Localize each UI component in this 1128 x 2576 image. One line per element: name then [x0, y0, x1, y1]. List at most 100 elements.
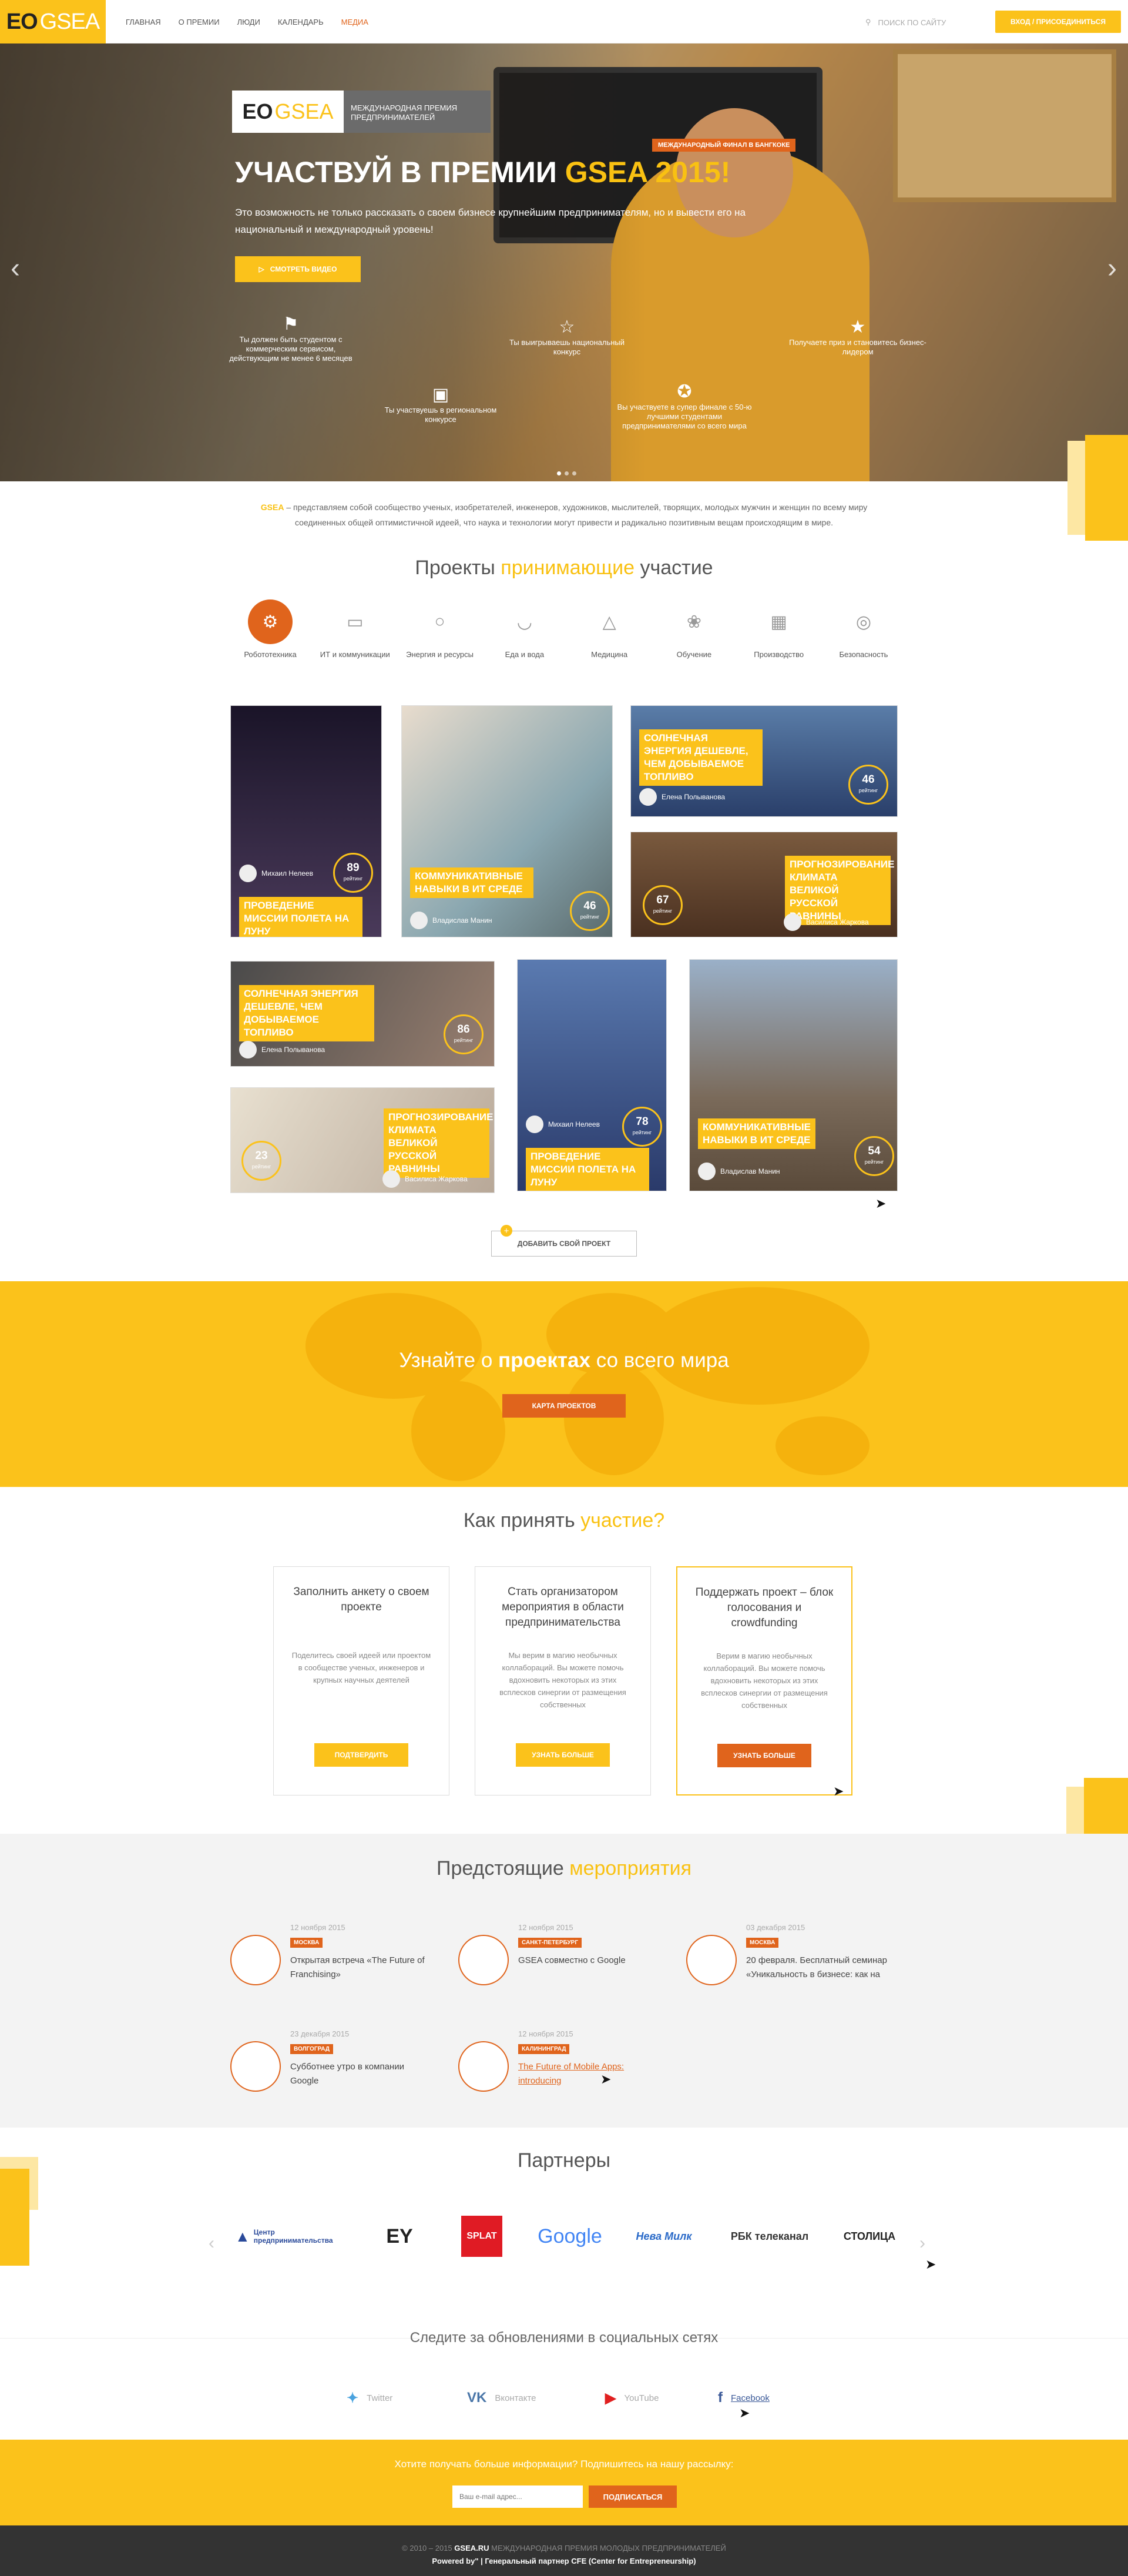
card-rating: 23 рейтинг [241, 1141, 281, 1181]
partner-logo-center[interactable]: ▲ Центр предпринимательства [235, 2216, 341, 2257]
partners-prev-arrow[interactable]: ‹ [209, 2233, 214, 2253]
project-card[interactable]: СОЛНЕЧНАЯ ЭНЕРГИЯ ДЕШЕВЛЕ, ЧЕМ ДОБЫВАЕМО… [230, 961, 495, 1067]
hero-text: Это возможность не только рассказать о с… [235, 207, 746, 235]
site-logo[interactable]: EO GSEA [0, 0, 106, 43]
map-continent [776, 1416, 870, 1475]
social-title: Следите за обновлениями в социальных сет… [409, 2330, 719, 2346]
card-title: КОММУНИКАТИВНЫЕ НАВЫКИ В ИТ СРЕДЕ [410, 867, 533, 898]
event-link[interactable]: The Future of Mobile Apps: introducing [518, 2060, 662, 2088]
card-rating: 67 рейтинг [643, 885, 683, 925]
slider-next-arrow[interactable]: › [1107, 252, 1117, 284]
hero-badge: МЕЖДУНАРОДНЫЙ ФИНАЛ В БАНГКОКЕ [652, 139, 796, 152]
project-card[interactable]: 67 рейтинг ПРОГНОЗИРОВАНИЕ КЛИМАТА ВЕЛИКО… [630, 832, 898, 937]
nav-home[interactable]: ГЛАВНАЯ [126, 18, 161, 26]
project-card[interactable]: Михаил Нелеев 89 рейтинг ПРОВЕДЕНИЕ МИССИ… [230, 705, 382, 937]
category-production[interactable]: ▦ Производство [744, 599, 814, 659]
watch-video-button[interactable]: ▷ СМОТРЕТЬ ВИДЕО [235, 256, 361, 282]
project-card[interactable]: 23 рейтинг ПРОГНОЗИРОВАНИЕ КЛИМАТА ВЕЛИКО… [230, 1087, 495, 1193]
learn-more-button[interactable]: УЗНАТЬ БОЛЬШЕ [516, 1743, 610, 1767]
projects-map-button[interactable]: КАРТА ПРОЕКТОВ [502, 1394, 626, 1418]
project-card[interactable]: Михаил Нелеев 78 рейтинг ПРОВЕДЕНИЕ МИССИ… [517, 959, 667, 1191]
nav-about[interactable]: О ПРЕМИИ [179, 18, 220, 26]
slider-prev-arrow[interactable]: ‹ [11, 252, 20, 284]
learn-more-button[interactable]: УЗНАТЬ БОЛЬШЕ [717, 1744, 811, 1767]
partners-title: Партнеры [517, 2149, 611, 2172]
hero-step-3: ☆ Ты выигрываешь национальный конкурс [496, 319, 637, 357]
cursor-icon: ➤ [833, 1784, 844, 1798]
partners-next-arrow[interactable]: › [919, 2233, 925, 2253]
card-rating: 46 рейтинг [570, 891, 610, 931]
confirm-button[interactable]: ПОДТВЕРДИТЬ [314, 1743, 408, 1767]
social-link-facebook[interactable]: f Facebook [718, 2390, 770, 2406]
event-item[interactable]: 12 ноября 2015 КАЛИНИНГРАД The Future of M… [458, 2029, 658, 2100]
hero-step-4: ✪ Вы участвуете в супер финале с 50-ю луч… [614, 383, 755, 431]
event-item[interactable]: 12 ноября 2015 МОСКВА Открытая встреча «Th… [230, 1923, 430, 1994]
hero-logo-caption: МЕЖДУНАРОДНАЯ ПРЕМИЯ ПРЕДПРИНИМАТЕЛЕЙ [351, 103, 458, 122]
map-continent [564, 1364, 664, 1475]
event-item[interactable]: 12 ноября 2015 САНКТ-ПЕТЕРБУРГ GSEA совмес… [458, 1923, 658, 1994]
social-link-twitter[interactable]: ✦ Twitter [347, 2390, 392, 2407]
category-food[interactable]: ◡ Еда и вода [489, 599, 560, 659]
partner-logo-stolitsa[interactable]: СТОЛИЦА [837, 2216, 902, 2257]
project-card[interactable]: СОЛНЕЧНАЯ ЭНЕРГИЯ ДЕШЕВЛЕ, ЧЕМ ДОБЫВАЕМО… [630, 705, 898, 817]
category-it[interactable]: ▭ ИТ и коммуникации [320, 599, 390, 659]
slider-dot[interactable] [572, 471, 576, 475]
partner-logo-nevamilk[interactable]: Нева Милк [632, 2216, 696, 2257]
category-robotics[interactable]: ⚙ Робототехника [235, 599, 306, 659]
avatar [382, 1170, 400, 1188]
search-placeholder: ПОИСК ПО САЙТУ [878, 18, 946, 27]
slider-dot[interactable] [565, 471, 569, 475]
partner-logo-splat[interactable]: SPLAT [461, 2216, 502, 2257]
category-filter: ⚙ Робототехника ▭ ИТ и коммуникации ○ Энерг… [235, 599, 899, 659]
projects-map-banner: Узнайте о проектах со всего мира КАРТА П… [0, 1281, 1128, 1487]
card-author: Владислав Манин [698, 1163, 780, 1180]
nav-calendar[interactable]: КАЛЕНДАРЬ [278, 18, 324, 26]
card-author: Елена Полыванова [639, 788, 725, 806]
event-item[interactable]: 23 декабря 2015 ВОЛГОГРАД Субботнее утро в… [230, 2029, 430, 2100]
project-card[interactable]: КОММУНИКАТИВНЫЕ НАВЫКИ В ИТ СРЕДЕ Владис… [401, 705, 613, 937]
login-button[interactable]: ВХОД / ПРИСОЕДИНИТЬСЯ [995, 11, 1121, 33]
card-rating: 86 рейтинг [444, 1014, 484, 1054]
social-link-vk[interactable]: VK Вконтакте [467, 2390, 536, 2406]
event-item[interactable]: 03 декабря 2015 МОСКВА 20 февраля. Бесплат… [686, 1923, 887, 1994]
add-project-button[interactable]: ДОБАВИТЬ СВОЙ ПРОЕКТ [491, 1231, 637, 1257]
lightbulb-icon: ○ [434, 612, 445, 631]
email-input[interactable] [452, 2485, 583, 2508]
cursor-icon: ➤ [739, 2406, 750, 2420]
card-author: Владислав Манин [410, 912, 492, 929]
partner-logo-rbk[interactable]: РБК телеканал [723, 2216, 817, 2257]
search-icon: ⚲ [865, 18, 871, 26]
play-icon: ▷ [258, 265, 264, 273]
bowl-icon: ◡ [516, 612, 532, 632]
category-security[interactable]: ◎ Безопасность [828, 599, 899, 659]
category-education[interactable]: ❀ Обучение [659, 599, 729, 659]
newsletter-section: Хотите получать больше информации? Подпи… [0, 2440, 1128, 2525]
main-nav: ГЛАВНАЯ О ПРЕМИИ ЛЮДИ КАЛЕНДАРЬ МЕДИА [126, 18, 368, 26]
partner-logo-google[interactable]: Google [532, 2216, 608, 2257]
search-field[interactable]: ⚲ ПОИСК ПО САЙТУ [865, 15, 983, 29]
participate-card-organizer: Стать организатором мероприятия в област… [475, 1566, 651, 1796]
events-section: Предстоящие мероприятия 12 ноября 2015 МО… [0, 1834, 1128, 2128]
social-link-youtube[interactable]: ▶ YouTube [605, 2390, 659, 2407]
twitter-icon: ✦ [347, 2390, 359, 2406]
flask-icon: △ [602, 612, 616, 632]
hero-photo-shelf [893, 49, 1116, 202]
slider-dot[interactable] [557, 471, 561, 475]
project-card[interactable]: КОММУНИКАТИВНЫЕ НАВЫКИ В ИТ СРЕДЕ Владис… [689, 959, 898, 1191]
participate-card-support: Поддержать проект – блок голосования и c… [676, 1566, 852, 1796]
category-energy[interactable]: ○ Энергия и ресурсы [405, 599, 475, 659]
factory-icon: ▦ [770, 612, 787, 632]
event-image [230, 2041, 281, 2092]
category-medicine[interactable]: △ Медицина [574, 599, 644, 659]
subscribe-button[interactable]: ПОДПИСАТЬСЯ [589, 2485, 677, 2508]
nav-people[interactable]: ЛЮДИ [237, 18, 260, 26]
card-title: ПРОГНОЗИРОВАНИЕ КЛИМАТА ВЕЛИКОЙ РУССКОЙ … [384, 1108, 493, 1178]
avatar [698, 1163, 716, 1180]
card-author: Василиса Жаркова [784, 913, 869, 931]
about-text: GSEA – представляем собой сообщество уче… [260, 503, 868, 527]
partner-logo-ey[interactable]: EY [361, 2216, 438, 2257]
events-title: Предстоящие мероприятия [437, 1857, 691, 1880]
hero-step-2: ▣ Ты участвуешь в региональном конкурсе [370, 386, 511, 424]
event-image [458, 1935, 509, 1985]
nav-media[interactable]: МЕДИА [341, 18, 368, 26]
